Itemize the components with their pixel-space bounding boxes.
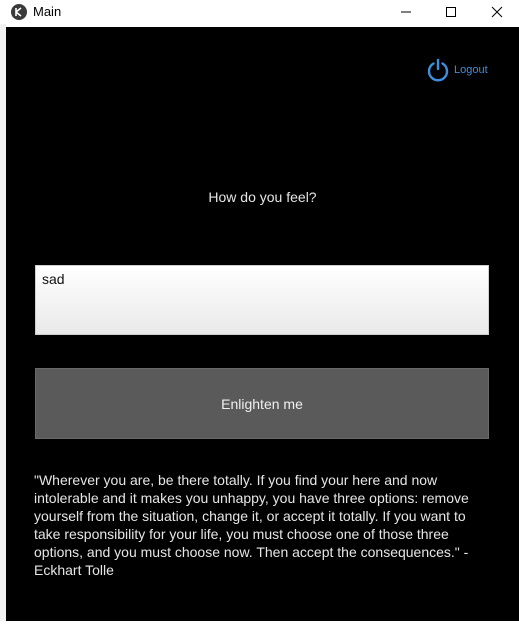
quote-text: "Wherever you are, be there totally. If … (34, 472, 469, 578)
feeling-input[interactable] (35, 265, 489, 335)
app-icon (11, 4, 27, 20)
app-window: Logout How do you feel? Enlighten me "Wh… (6, 27, 519, 621)
window-title: Main (33, 4, 62, 19)
logout-button[interactable]: Logout (426, 58, 488, 82)
maximize-icon (446, 7, 456, 17)
feeling-prompt: How do you feel? (208, 189, 317, 205)
title-bar: Main (0, 0, 519, 24)
close-icon (491, 6, 503, 18)
logout-label: Logout (454, 64, 488, 76)
background-window-bottom (0, 621, 519, 628)
maximize-button[interactable] (428, 0, 474, 24)
close-button[interactable] (474, 0, 519, 24)
enlighten-button[interactable]: Enlighten me (35, 368, 489, 439)
minimize-button[interactable] (383, 0, 429, 24)
power-icon (427, 58, 449, 82)
minimize-icon (401, 11, 411, 13)
